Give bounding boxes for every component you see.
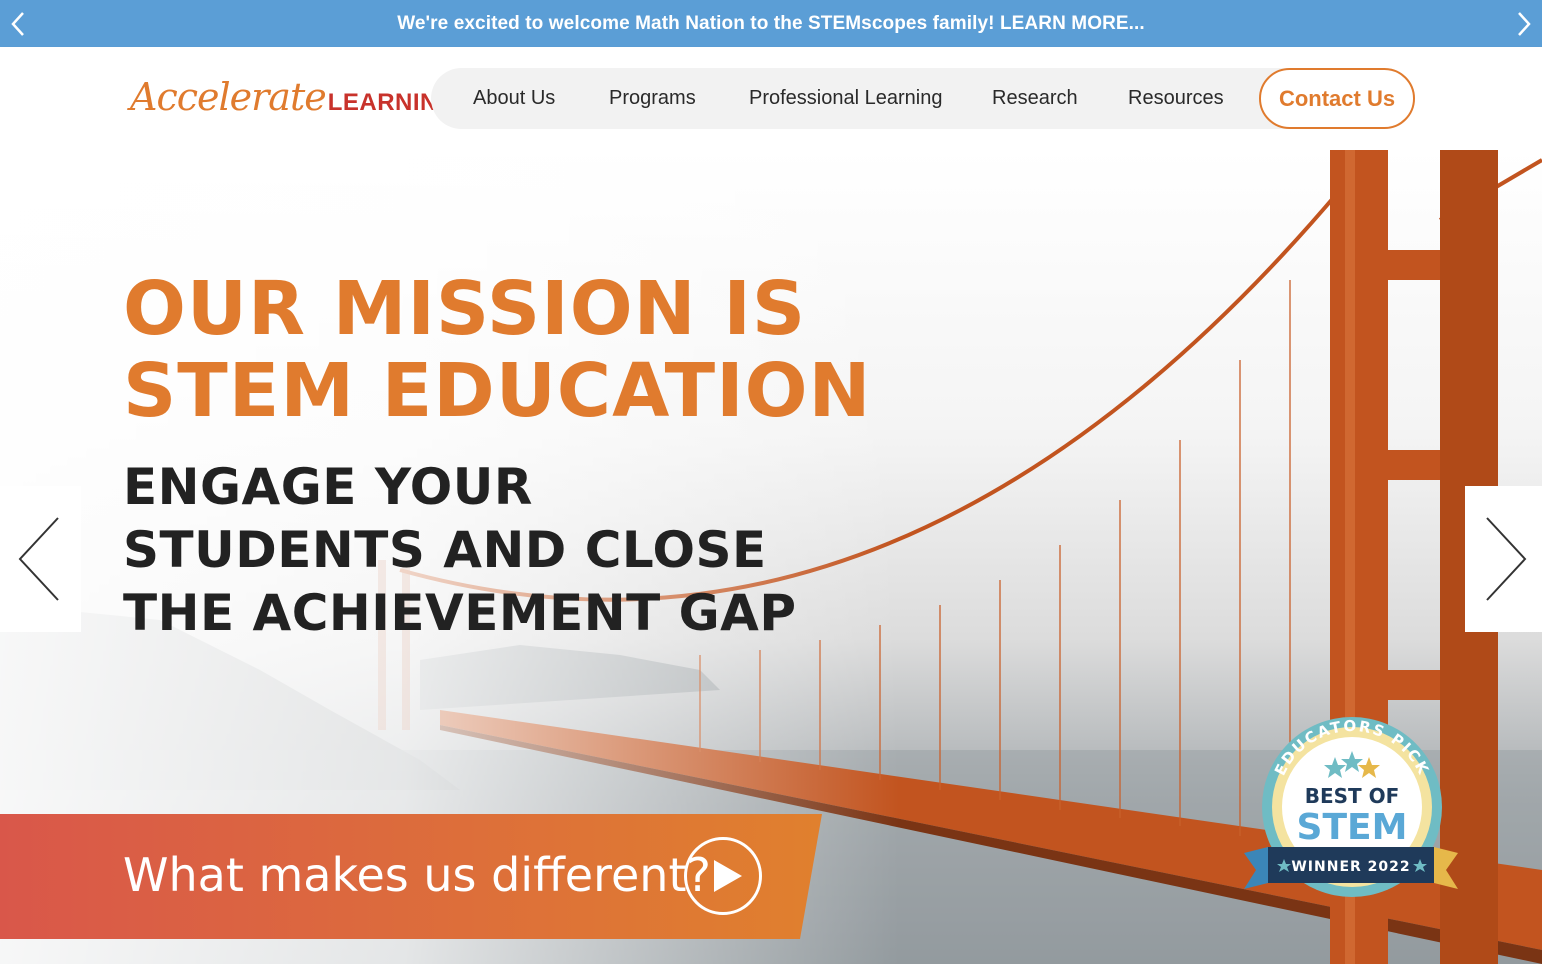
announcement-prev-button[interactable] [0, 0, 36, 47]
hero-headline: OUR MISSION IS STEM EDUCATION [123, 268, 871, 432]
best-of-stem-badge: EDUCATORS PICK BEST OF STEM WINNER 2022 [1244, 717, 1458, 897]
logo-script-text: Accelerate [130, 75, 327, 119]
hero-subheading: ENGAGE YOUR STUDENTS AND CLOSE THE ACHIE… [123, 456, 797, 645]
subheading-line: STUDENTS AND CLOSE [123, 521, 767, 579]
play-icon [714, 860, 742, 892]
cta-text[interactable]: What makes us different? [123, 848, 711, 902]
nav-item-about-us[interactable]: About Us [473, 68, 555, 129]
chevron-left-icon [11, 11, 24, 36]
subheading-line: THE ACHIEVEMENT GAP [123, 584, 797, 642]
headline-line: OUR MISSION IS [123, 266, 807, 352]
chevron-right-icon [1518, 11, 1531, 36]
badge-ribbon-text: WINNER 2022 [1291, 859, 1410, 875]
site-logo[interactable]: Accelerate LEARNING [130, 75, 457, 119]
play-video-button[interactable] [684, 837, 762, 915]
site-header: Accelerate LEARNING About Us Programs Pr… [0, 47, 1542, 150]
nav-item-research[interactable]: Research [992, 68, 1078, 129]
chevron-right-icon [1485, 517, 1526, 601]
badge-line2: STEM [1297, 807, 1408, 848]
slider-next-button[interactable] [1465, 486, 1542, 632]
announcement-bar[interactable]: We're excited to welcome Math Nation to … [0, 0, 1542, 47]
subheading-line: ENGAGE YOUR [123, 458, 533, 516]
slider-prev-button[interactable] [0, 486, 81, 632]
nav-item-programs[interactable]: Programs [609, 68, 696, 129]
badge-line1: BEST OF [1305, 784, 1400, 808]
announcement-next-button[interactable] [1506, 0, 1542, 47]
hero-slider: OUR MISSION IS STEM EDUCATION ENGAGE YOU… [0, 150, 1542, 964]
chevron-left-icon [18, 517, 59, 601]
headline-line: STEM EDUCATION [123, 348, 872, 434]
nav-item-professional-learning[interactable]: Professional Learning [749, 68, 942, 129]
announcement-text[interactable]: We're excited to welcome Math Nation to … [397, 13, 1145, 35]
nav-item-resources[interactable]: Resources [1128, 68, 1224, 129]
contact-us-button[interactable]: Contact Us [1259, 68, 1415, 129]
